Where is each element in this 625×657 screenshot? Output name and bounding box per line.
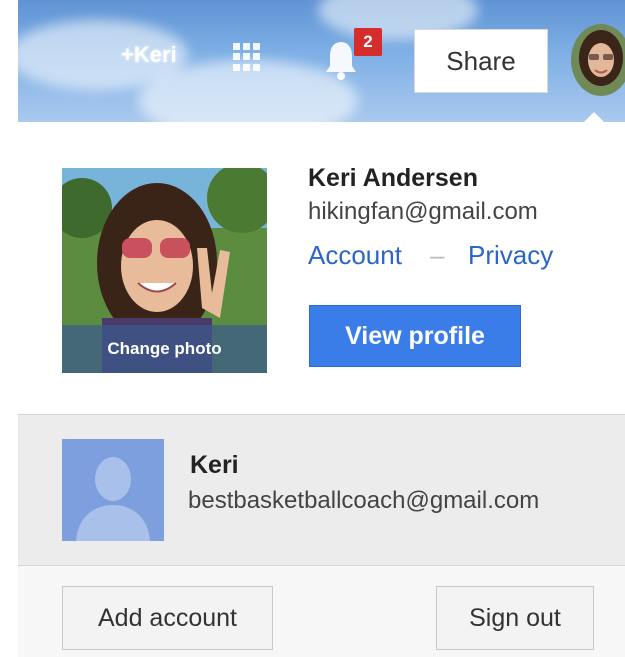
- default-avatar-icon: [62, 439, 164, 541]
- link-separator: –: [430, 240, 445, 270]
- sign-out-button[interactable]: Sign out: [436, 586, 594, 650]
- profile-photo[interactable]: Change photo: [62, 168, 267, 373]
- privacy-link[interactable]: Privacy: [468, 240, 553, 271]
- other-account-row[interactable]: Keri bestbasketballcoach@gmail.com: [18, 414, 625, 566]
- account-footer: Add account Sign out: [18, 566, 625, 657]
- notification-badge[interactable]: 2: [354, 28, 382, 56]
- add-account-button[interactable]: Add account: [62, 586, 273, 650]
- change-photo-button[interactable]: Change photo: [62, 325, 267, 373]
- account-name: Keri Andersen: [308, 164, 478, 192]
- share-button[interactable]: Share: [414, 29, 548, 93]
- apps-grid-icon[interactable]: [233, 43, 261, 71]
- account-email: hikingfan@gmail.com: [308, 198, 538, 225]
- other-account-name: Keri: [190, 451, 239, 479]
- dropdown-pointer: [582, 112, 606, 124]
- top-bar: +Keri 2 Share: [18, 0, 625, 122]
- account-link[interactable]: Account: [308, 240, 402, 271]
- view-profile-button[interactable]: View profile: [309, 305, 521, 367]
- user-avatar[interactable]: [571, 24, 625, 96]
- plus-name-link[interactable]: +Keri: [121, 42, 177, 68]
- other-account-email: bestbasketballcoach@gmail.com: [188, 487, 540, 514]
